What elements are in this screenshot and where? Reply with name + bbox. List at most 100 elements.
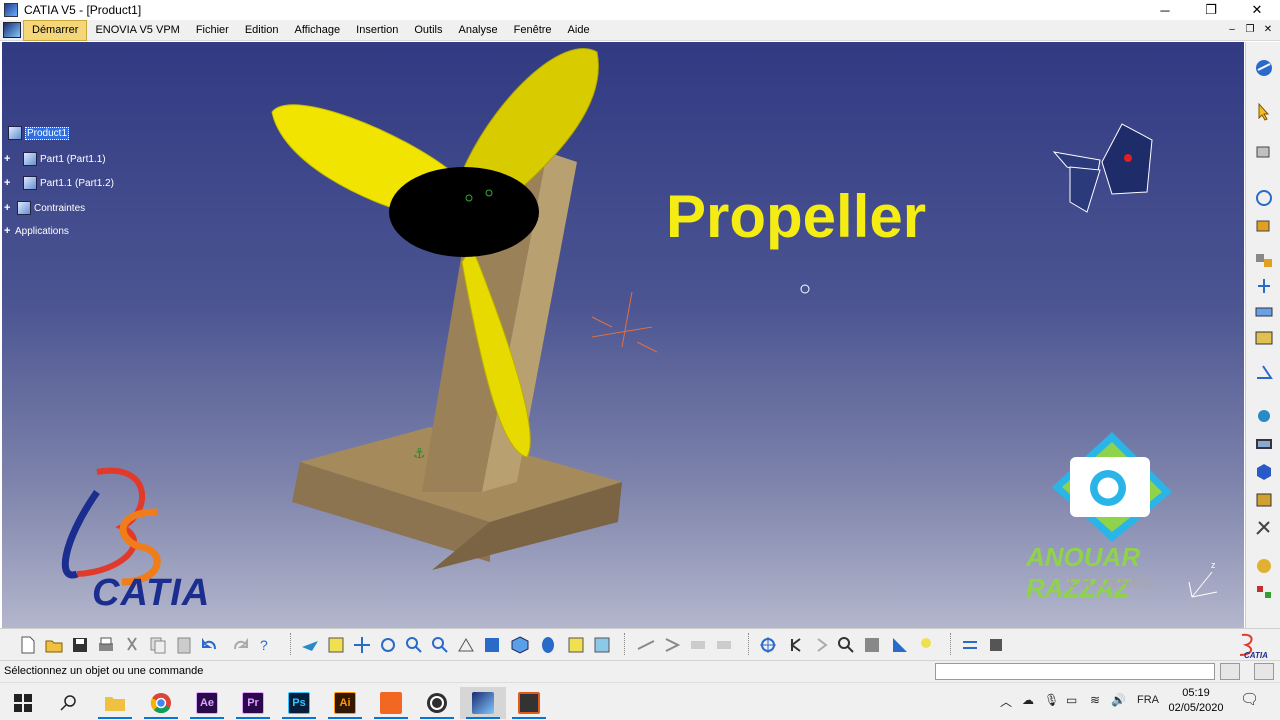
offset-constraint-icon[interactable]: [1253, 328, 1275, 348]
menu-fenetre[interactable]: Fenêtre: [506, 21, 560, 40]
tray-chevron-icon[interactable]: ︿: [1000, 693, 1012, 710]
zoom-out-icon[interactable]: [430, 635, 450, 655]
knowledge-icon[interactable]: [986, 635, 1006, 655]
propeller-model[interactable]: ⚓: [2, 42, 1244, 628]
taskbar-app-orange[interactable]: [368, 687, 414, 719]
coincidence-constraint-icon[interactable]: [1253, 276, 1275, 296]
measure-item-icon[interactable]: [662, 635, 682, 655]
minimize-button[interactable]: ─: [1142, 0, 1188, 20]
compass-snap-icon[interactable]: [758, 635, 778, 655]
whats-this-icon[interactable]: ?: [256, 635, 276, 655]
manipulate-icon[interactable]: [1253, 188, 1275, 208]
multi-view-icon[interactable]: [482, 635, 502, 655]
fly-mode-icon[interactable]: [300, 635, 320, 655]
doc-restore-button[interactable]: ❐: [1242, 22, 1258, 37]
measure-between-icon[interactable]: [636, 635, 656, 655]
status-bar: Sélectionnez un objet ou une commande: [0, 660, 1280, 682]
angle-constraint-icon[interactable]: [1253, 362, 1275, 382]
status-button-2[interactable]: [1254, 663, 1274, 680]
menu-edition[interactable]: Edition: [237, 21, 287, 40]
taskbar-premiere[interactable]: Pr: [230, 687, 276, 719]
onedrive-icon[interactable]: ☁: [1022, 693, 1034, 707]
taskbar-illustrator[interactable]: Ai: [322, 687, 368, 719]
catalog-icon[interactable]: [1253, 582, 1275, 602]
snap-icon[interactable]: [1253, 216, 1275, 236]
3d-viewport[interactable]: Product1 + Part1 (Part1.1) + Part1.1 (Pa…: [2, 42, 1244, 628]
tools-icon[interactable]: [1253, 518, 1275, 538]
explode-icon[interactable]: [1253, 250, 1275, 270]
sync-icon[interactable]: [960, 635, 980, 655]
render-icon[interactable]: [1253, 556, 1275, 576]
svg-text:?: ?: [260, 637, 268, 653]
menu-outils[interactable]: Outils: [406, 21, 450, 40]
wifi-icon[interactable]: ≋: [1090, 693, 1100, 707]
command-input[interactable]: [935, 663, 1215, 680]
notifications-icon[interactable]: 🗨: [1240, 690, 1259, 708]
microphone-icon[interactable]: 🎙: [1044, 693, 1059, 707]
doc-minimize-button[interactable]: –: [1224, 22, 1240, 37]
next-step-icon[interactable]: [812, 635, 832, 655]
fix-component-icon[interactable]: [1253, 406, 1275, 426]
document-icon[interactable]: [3, 22, 21, 38]
fit-all-icon[interactable]: [326, 635, 346, 655]
propeller-heading: Propeller: [666, 183, 927, 250]
component-icon[interactable]: [1253, 142, 1275, 162]
undo-icon[interactable]: [200, 635, 220, 655]
volume-icon[interactable]: 🔊: [1111, 693, 1126, 707]
select-arrow-icon[interactable]: [1253, 102, 1275, 122]
search-button[interactable]: [46, 687, 92, 719]
save-icon[interactable]: [70, 635, 90, 655]
taskbar-catia[interactable]: [460, 687, 506, 719]
contact-constraint-icon[interactable]: [1253, 302, 1275, 322]
hide-show-toggle-icon[interactable]: [566, 635, 586, 655]
taskbar-file-explorer[interactable]: [92, 687, 138, 719]
cut-icon[interactable]: [122, 635, 142, 655]
menu-insertion[interactable]: Insertion: [348, 21, 406, 40]
pan-icon[interactable]: [352, 635, 372, 655]
copy-icon[interactable]: [148, 635, 168, 655]
doc-close-button[interactable]: ✕: [1260, 22, 1276, 37]
menu-aide[interactable]: Aide: [560, 21, 598, 40]
restore-button[interactable]: ❐: [1188, 0, 1234, 20]
catia-logo-text: CATIA: [92, 572, 211, 614]
fix-together-icon[interactable]: [1253, 434, 1275, 454]
menu-enovia[interactable]: ENOVIA V5 VPM: [87, 21, 187, 40]
search-icon[interactable]: [836, 635, 856, 655]
zoom-in-icon[interactable]: [404, 635, 424, 655]
paste-icon[interactable]: [174, 635, 194, 655]
window-title: CATIA V5 - [Product1]: [24, 3, 142, 17]
open-folder-icon[interactable]: [44, 635, 64, 655]
environment-icon[interactable]: [890, 635, 910, 655]
taskbar-photoshop[interactable]: Ps: [276, 687, 322, 719]
first-step-icon[interactable]: [786, 635, 806, 655]
isometric-view-icon[interactable]: [510, 635, 530, 655]
menu-analyse[interactable]: Analyse: [450, 21, 505, 40]
taskbar-after-effects[interactable]: Ae: [184, 687, 230, 719]
system-clock[interactable]: 05:19 02/05/2020: [1163, 686, 1229, 716]
language-indicator[interactable]: FRA: [1137, 694, 1159, 706]
assembly-workbench-icon[interactable]: [1253, 58, 1275, 78]
battery-icon[interactable]: ▭: [1066, 693, 1077, 707]
new-file-icon[interactable]: [18, 635, 38, 655]
normal-view-icon[interactable]: [456, 635, 476, 655]
close-button[interactable]: ✕: [1234, 0, 1280, 20]
lighting-icon[interactable]: [916, 635, 936, 655]
swap-visible-space-icon[interactable]: [592, 635, 612, 655]
start-button[interactable]: [0, 687, 46, 719]
print-icon[interactable]: [96, 635, 116, 655]
menu-fichier[interactable]: Fichier: [188, 21, 237, 40]
scene-icon[interactable]: [862, 635, 882, 655]
measure-inertia-icon[interactable]: [688, 635, 708, 655]
taskbar-chrome[interactable]: [138, 687, 184, 719]
taskbar-video-app[interactable]: [506, 687, 552, 719]
redo-icon[interactable]: [230, 635, 250, 655]
update-icon[interactable]: [1253, 462, 1275, 482]
rotate-icon[interactable]: [378, 635, 398, 655]
taskbar-obs[interactable]: [414, 687, 460, 719]
menu-affichage[interactable]: Affichage: [286, 21, 348, 40]
shading-icon[interactable]: [538, 635, 558, 655]
hide-show-icon[interactable]: [1253, 490, 1275, 510]
menu-demarrer[interactable]: Démarrer: [23, 19, 88, 41]
status-button-1[interactable]: [1220, 663, 1240, 680]
clash-icon[interactable]: [714, 635, 734, 655]
